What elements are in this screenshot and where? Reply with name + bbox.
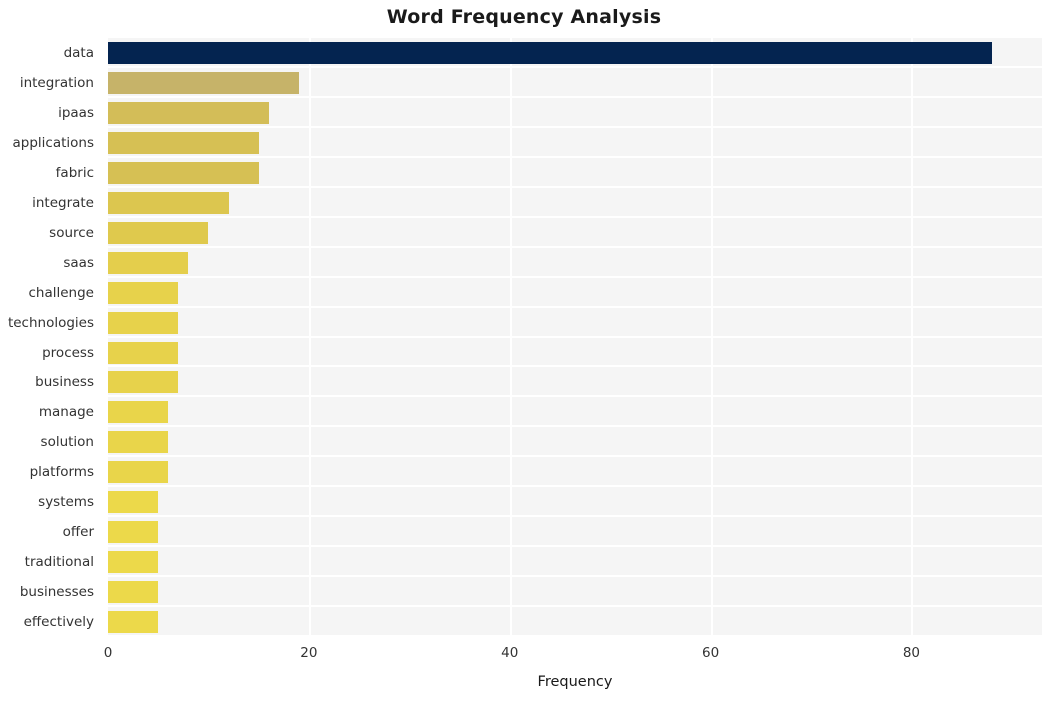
bar[interactable] — [108, 221, 209, 244]
x-axis-tick-label: 80 — [902, 645, 921, 661]
bar[interactable] — [108, 491, 159, 514]
bar-rows — [108, 38, 1042, 637]
y-axis-tick-label: data — [63, 44, 94, 61]
y-axis-tick-label: source — [49, 224, 94, 241]
y-axis-tick-label: businesses — [19, 584, 94, 601]
bar-row — [108, 457, 1042, 488]
y-axis-tick-label: process — [42, 344, 94, 361]
bar[interactable] — [108, 311, 179, 334]
y-axis-tick-label: integrate — [32, 194, 94, 211]
bar[interactable] — [108, 281, 179, 304]
y-axis-tick-label: offer — [62, 524, 94, 541]
y-axis-tick-label: integration — [19, 74, 94, 91]
y-axis-tick-label: ipaas — [58, 104, 94, 121]
bar[interactable] — [108, 341, 179, 364]
bar[interactable] — [108, 431, 169, 454]
bar-row — [108, 308, 1042, 338]
bar-row — [108, 427, 1042, 458]
y-axis-tick-label: applications — [12, 134, 94, 151]
chart-title: Word Frequency Analysis — [386, 6, 662, 28]
y-axis-tick-label: solution — [40, 434, 94, 451]
x-axis-title: Frequency — [537, 674, 613, 690]
bar[interactable] — [108, 581, 159, 604]
bar[interactable] — [108, 251, 189, 274]
bar-row — [108, 338, 1042, 368]
bar-row — [108, 38, 1042, 68]
y-axis-tick-label: saas — [63, 254, 94, 271]
bar[interactable] — [108, 161, 259, 184]
bar[interactable] — [108, 191, 229, 214]
x-axis-ticks: 0 20 40 60 80 — [0, 645, 1048, 665]
y-axis-labels: data integration ipaas applications fabric in… — [0, 38, 100, 637]
bar-row — [108, 547, 1042, 578]
bar-row — [108, 128, 1042, 158]
bar[interactable] — [108, 371, 179, 394]
bar-row — [108, 218, 1042, 248]
y-axis-tick-label: technologies — [7, 314, 94, 331]
y-axis-tick-label: effectively — [23, 614, 94, 631]
y-axis-tick-label: systems — [38, 494, 94, 511]
y-axis-tick-label: manage — [38, 404, 94, 421]
bar[interactable] — [108, 401, 169, 424]
bar[interactable] — [108, 131, 259, 154]
bar[interactable] — [108, 521, 159, 544]
bar[interactable] — [108, 461, 169, 484]
y-axis-tick-label: platforms — [29, 464, 94, 481]
bar-row — [108, 487, 1042, 518]
bar[interactable] — [108, 41, 992, 64]
bar-row — [108, 577, 1042, 608]
x-axis-tick-label: 40 — [501, 645, 519, 661]
bar[interactable] — [108, 101, 269, 124]
x-axis-tick-label: 20 — [300, 645, 318, 661]
bar-row — [108, 278, 1042, 308]
bar-row — [108, 517, 1042, 548]
y-axis-tick-label: business — [35, 374, 94, 391]
bar-row — [108, 248, 1042, 278]
bar[interactable] — [108, 611, 159, 634]
bar-row — [108, 158, 1042, 188]
bar-row — [108, 98, 1042, 128]
x-axis-tick-label: 0 — [103, 645, 113, 661]
x-axis-tick-label: 60 — [701, 645, 720, 661]
bar-row — [108, 367, 1042, 398]
plot-area — [108, 38, 1042, 637]
chart-figure: Word Frequency Analysis data integration i… — [0, 0, 1048, 701]
y-axis-tick-label: traditional — [24, 554, 94, 571]
y-axis-tick-label: fabric — [55, 164, 94, 181]
y-axis-tick-label: challenge — [28, 284, 95, 301]
bar-row — [108, 68, 1042, 98]
bar[interactable] — [108, 551, 159, 574]
bar[interactable] — [108, 71, 299, 94]
bar-row — [108, 188, 1042, 218]
bar-row — [108, 607, 1042, 637]
bar-row — [108, 397, 1042, 428]
